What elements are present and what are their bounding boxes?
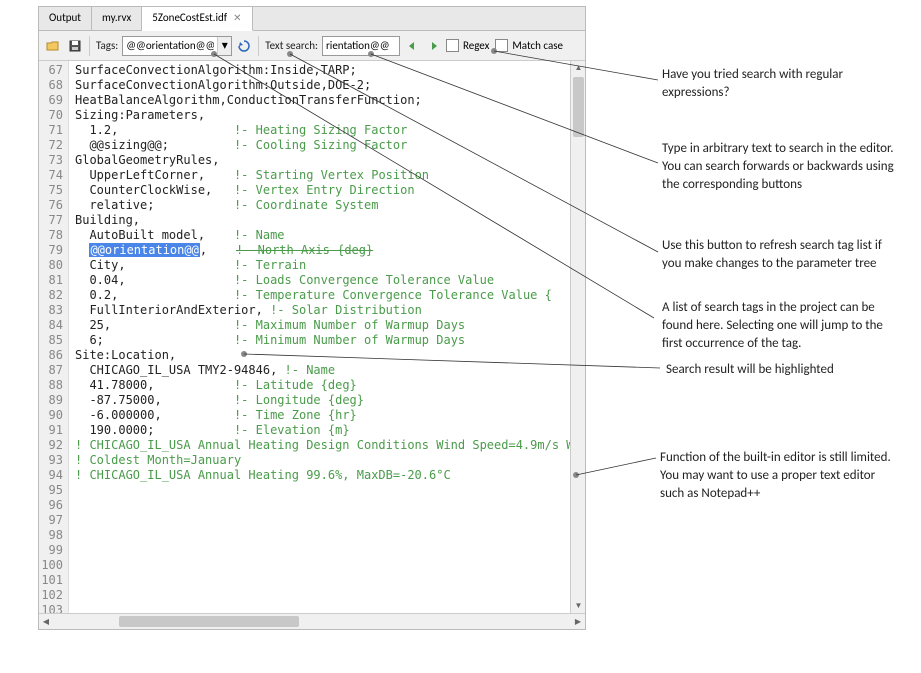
search-next-icon[interactable] <box>424 36 444 56</box>
tags-input[interactable] <box>123 39 217 52</box>
horizontal-scrollbar[interactable]: ◀ ▶ <box>39 613 585 629</box>
scroll-thumb-h[interactable] <box>119 616 299 627</box>
scroll-up-icon[interactable]: ▲ <box>571 61 586 75</box>
editor-window: Output my.rvx 5ZoneCostEst.idf✕ Tags: ▾ … <box>38 6 586 630</box>
code-content[interactable]: SurfaceConvectionAlgorithm:Inside,TARP;S… <box>69 61 585 613</box>
vertical-scrollbar[interactable]: ▲ ▼ <box>570 61 585 613</box>
annotation-refresh: Use this button to refresh search tag li… <box>662 237 902 273</box>
textsearch-input[interactable] <box>322 36 400 56</box>
matchcase-checkbox[interactable] <box>495 39 508 52</box>
annotation-tags: A list of search tags in the project can… <box>662 299 902 354</box>
separator <box>89 36 90 56</box>
code-editor[interactable]: 6768697071727374757677787980818283848586… <box>39 61 585 613</box>
scroll-thumb[interactable] <box>573 77 584 137</box>
toolbar: Tags: ▾ Text search: Regex Match case <box>39 31 585 61</box>
scroll-right-icon[interactable]: ▶ <box>571 614 585 630</box>
annotation-editor-limits: Function of the built-in editor is still… <box>660 449 900 504</box>
tab-myrvx[interactable]: my.rvx <box>92 7 142 30</box>
textsearch-label: Text search: <box>265 39 318 52</box>
annotation-highlight: Search result will be highlighted <box>666 361 896 379</box>
scroll-left-icon[interactable]: ◀ <box>39 614 53 630</box>
open-icon[interactable] <box>43 36 63 56</box>
tab-bar: Output my.rvx 5ZoneCostEst.idf✕ <box>39 7 585 31</box>
scroll-down-icon[interactable]: ▼ <box>571 599 586 613</box>
annotation-regex: Have you tried search with regular expre… <box>662 66 892 102</box>
tags-combo[interactable]: ▾ <box>122 36 232 56</box>
matchcase-label: Match case <box>512 39 563 52</box>
refresh-icon[interactable] <box>234 36 254 56</box>
annotation-textsearch: Type in arbitrary text to search in the … <box>662 140 902 195</box>
save-icon[interactable] <box>65 36 85 56</box>
tab-5zone[interactable]: 5ZoneCostEst.idf✕ <box>142 7 252 31</box>
line-gutter: 6768697071727374757677787980818283848586… <box>39 61 69 613</box>
chevron-down-icon[interactable]: ▾ <box>217 37 231 55</box>
search-prev-icon[interactable] <box>402 36 422 56</box>
separator <box>258 36 259 56</box>
regex-label: Regex <box>463 39 489 52</box>
tags-label: Tags: <box>96 39 118 52</box>
close-tab-icon[interactable]: ✕ <box>233 11 241 24</box>
tab-output[interactable]: Output <box>39 7 92 30</box>
regex-checkbox[interactable] <box>446 39 459 52</box>
